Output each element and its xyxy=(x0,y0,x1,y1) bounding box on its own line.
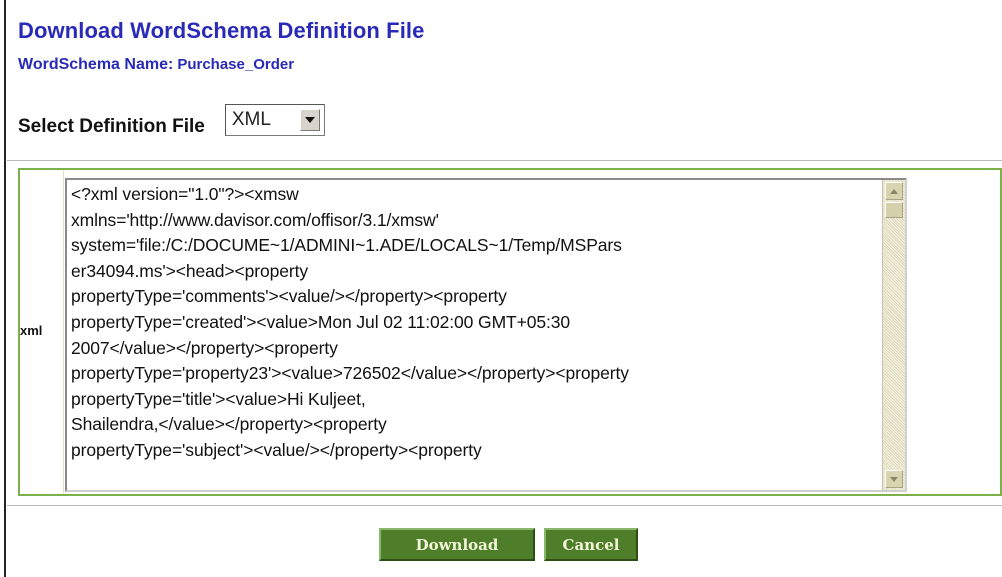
xml-text-line: propertyType='property23'><value>726502<… xyxy=(71,363,629,384)
xml-text-line: 2007</value></property><property xyxy=(71,337,338,358)
definition-file-select[interactable]: XML xyxy=(224,104,325,136)
scroll-thumb[interactable] xyxy=(885,202,903,218)
xml-text-line: er34094.ms'><head><property xyxy=(71,260,309,281)
vertical-scrollbar[interactable] xyxy=(882,180,905,490)
download-button[interactable]: Download xyxy=(379,528,535,561)
xml-text-line: xmlns='http://www.davisor.com/offisor/3.… xyxy=(71,209,439,230)
schema-name-value: Purchase_Order xyxy=(177,56,295,73)
xml-text-line: system='file:/C:/DOCUME~1/ADMINI~1.ADE/L… xyxy=(71,235,622,256)
arrow-up-icon xyxy=(890,188,898,194)
action-buttons: Download Cancel xyxy=(379,528,638,561)
xml-text-content: <?xml version="1.0"?><xmsw xmlns='http://… xyxy=(71,182,859,464)
scroll-down-button[interactable] xyxy=(885,470,903,488)
definition-file-row: Select Definition File XML xyxy=(18,104,325,138)
scroll-up-button[interactable] xyxy=(885,182,903,200)
page-title: Download WordSchema Definition File xyxy=(18,18,425,43)
arrow-down-icon xyxy=(890,476,898,482)
xml-row-label: xml xyxy=(20,323,43,338)
xml-text-line: Shailendra,</value></property><property xyxy=(71,414,387,435)
xml-text-line: propertyType='created'><value>Mon Jul 02… xyxy=(71,311,571,332)
xml-text-line: propertyType='subject'><value/></propert… xyxy=(71,439,482,460)
chevron-down-icon xyxy=(304,117,315,123)
dropdown-arrow-button[interactable] xyxy=(299,109,320,131)
xml-text-line: propertyType='title'><value>Hi Kuljeet, xyxy=(71,388,366,409)
cancel-button[interactable]: Cancel xyxy=(544,528,638,561)
xml-content-panel: xml <?xml version="1.0"?><xmsw xmlns='htt… xyxy=(18,168,1002,496)
schema-name-label: WordSchema Name: xyxy=(18,56,174,73)
definition-file-label: Select Definition File xyxy=(18,116,205,137)
panel-top-divider xyxy=(7,160,1002,161)
xml-text-line: <?xml version="1.0"?><xmsw xyxy=(71,184,299,204)
xml-text-line: propertyType='comments'><value/></proper… xyxy=(71,286,507,307)
schema-name-line: WordSchema Name: Purchase_Order xyxy=(18,56,294,74)
left-border xyxy=(4,0,6,577)
xml-cell-divider xyxy=(63,170,64,494)
xml-textarea[interactable]: <?xml version="1.0"?><xmsw xmlns='http://… xyxy=(65,178,907,492)
definition-file-selected-value: XML xyxy=(231,109,271,130)
panel-bottom-divider xyxy=(7,505,1002,506)
